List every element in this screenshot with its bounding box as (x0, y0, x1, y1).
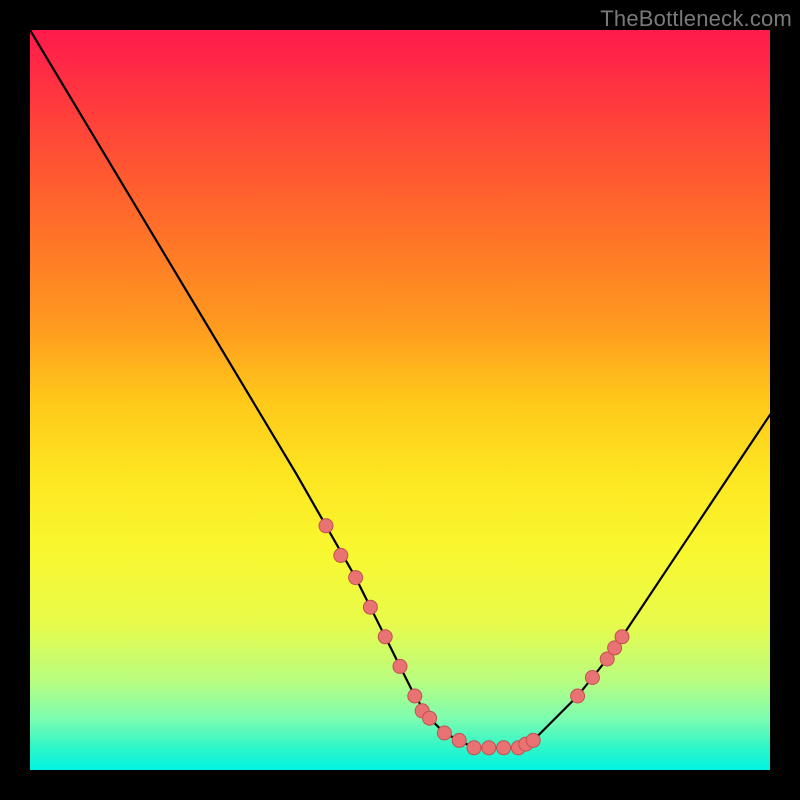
watermark-text: TheBottleneck.com (600, 6, 792, 32)
chart-marker (319, 519, 333, 533)
chart-marker (423, 711, 437, 725)
chart-marker (437, 726, 451, 740)
chart-marker (349, 571, 363, 585)
chart-markers (319, 519, 629, 755)
chart-marker (334, 548, 348, 562)
chart-marker (497, 741, 511, 755)
chart-frame: TheBottleneck.com (0, 0, 800, 800)
chart-marker (378, 630, 392, 644)
chart-marker (393, 659, 407, 673)
chart-marker (467, 741, 481, 755)
chart-marker (408, 689, 422, 703)
chart-marker (363, 600, 377, 614)
chart-marker (585, 671, 599, 685)
chart-marker (571, 689, 585, 703)
chart-marker (615, 630, 629, 644)
chart-marker (526, 733, 540, 747)
bottleneck-curve (30, 30, 770, 748)
chart-svg (30, 30, 770, 770)
plot-area (30, 30, 770, 770)
chart-marker (452, 733, 466, 747)
chart-marker (482, 741, 496, 755)
